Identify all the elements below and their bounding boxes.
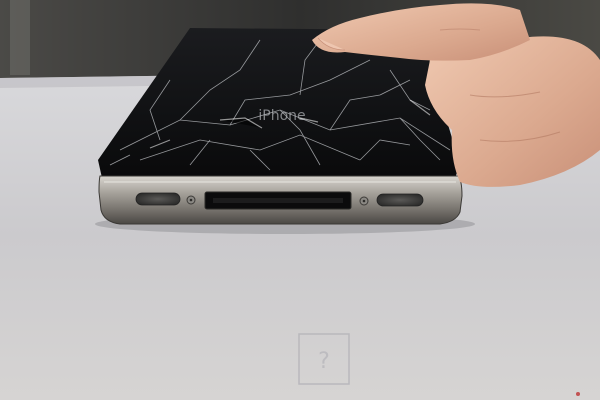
photo-scene: ? iPhone — [0, 0, 600, 400]
left-speaker-grille — [135, 192, 181, 206]
embossed-glyph: ? — [318, 349, 330, 374]
left-screw-center — [189, 198, 193, 202]
right-screw-center — [362, 199, 366, 203]
photo-svg: ? iPhone — [0, 0, 600, 400]
red-mark — [576, 392, 580, 396]
phone-logo-text: iPhone — [258, 108, 305, 124]
right-speaker-grille — [376, 193, 424, 207]
dock-connector-pins — [213, 198, 343, 203]
background-pipe — [10, 0, 30, 75]
